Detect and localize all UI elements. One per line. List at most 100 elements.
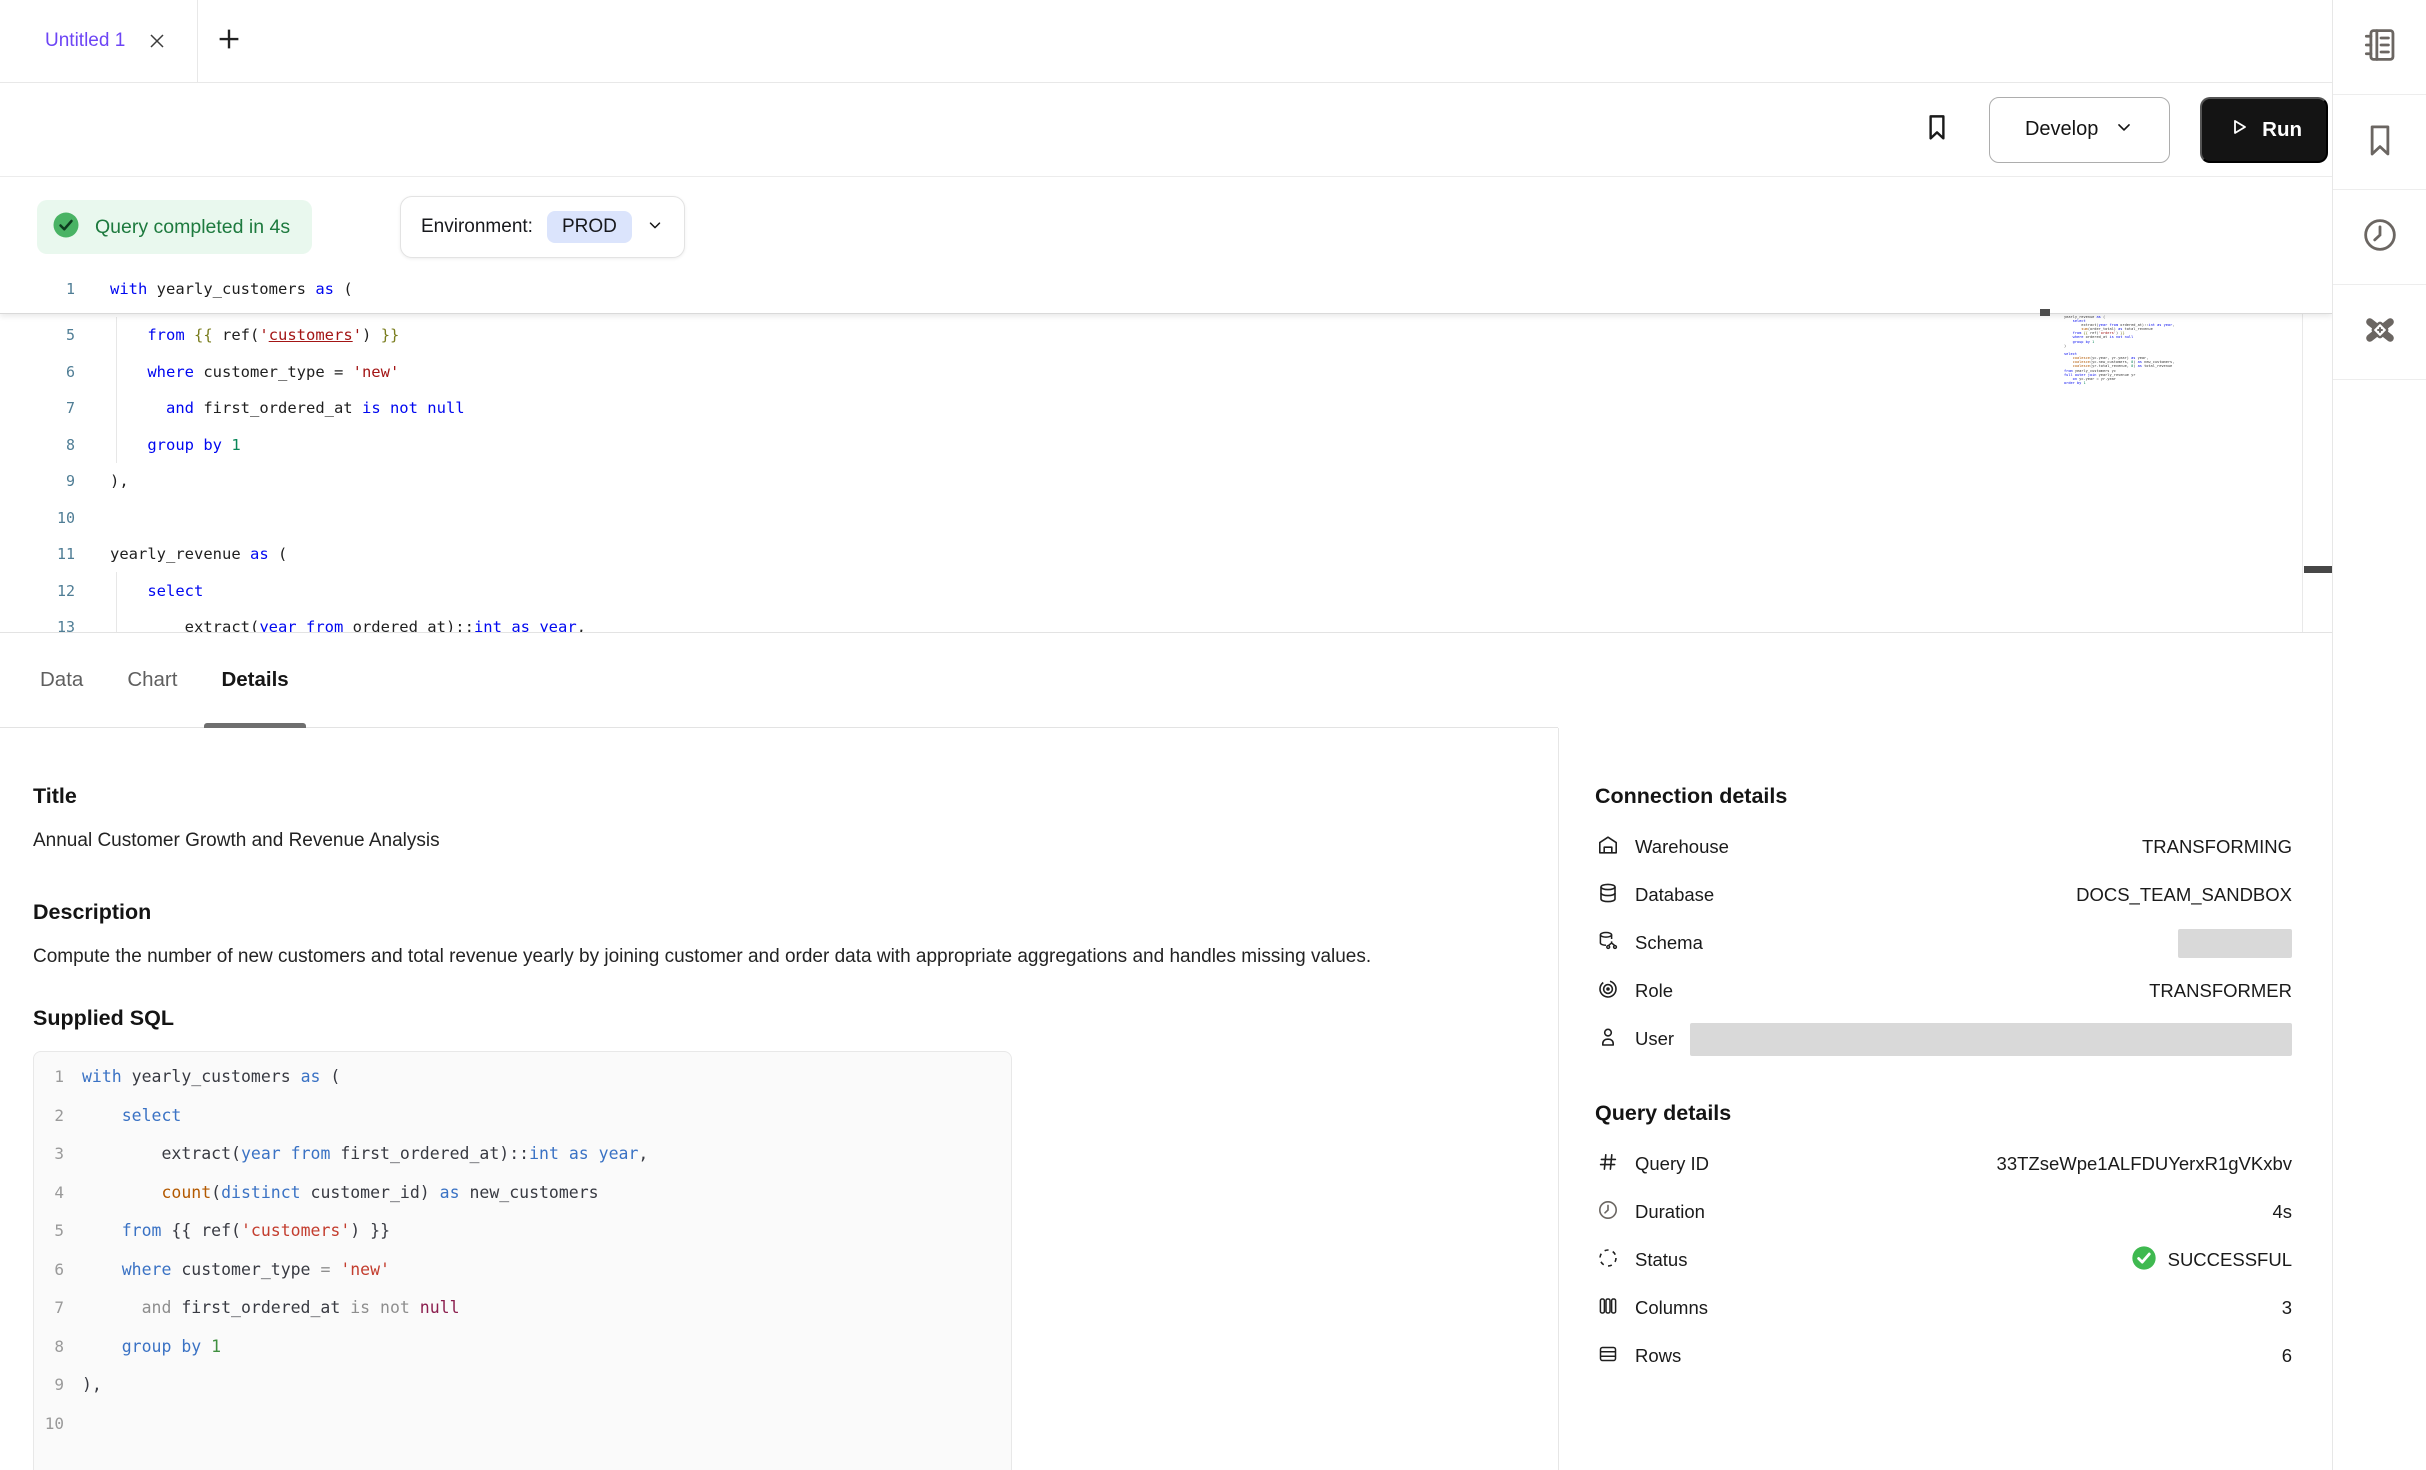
- code-text: from {{ ref('customers') }}: [82, 1212, 390, 1251]
- description-value: Compute the number of new customers and …: [33, 941, 1488, 972]
- code-line: 7 and first_ordered_at is not null: [34, 1289, 1011, 1328]
- editor-scrollbar[interactable]: [2302, 273, 2332, 632]
- app-window: Untitled 1 Develop: [0, 0, 2426, 1470]
- code-text: where customer_type = 'new': [110, 354, 399, 391]
- detail-row-rows: Rows6: [1595, 1332, 2292, 1380]
- spinner-icon: [1596, 1246, 1620, 1275]
- detail-row-status: Status SUCCESSFUL: [1595, 1236, 2292, 1284]
- line-number: 13: [0, 609, 75, 633]
- line-number: 7: [34, 1289, 64, 1328]
- tab-bar: Untitled 1: [0, 0, 2332, 83]
- schema-icon: [1596, 929, 1620, 958]
- code-line: 2 select: [34, 1097, 1011, 1136]
- database-icon: [1596, 881, 1620, 910]
- code-text: count(distinct customer_id) as new_custo…: [82, 1174, 599, 1213]
- editor-sticky-line: 1with yearly_customers as (: [0, 265, 2332, 314]
- rows-icon: [1596, 1342, 1620, 1371]
- tab-data[interactable]: Data: [40, 633, 83, 727]
- close-icon[interactable]: [145, 29, 169, 53]
- connection-details-rows: WarehouseTRANSFORMINGDatabaseDOCS_TEAM_S…: [1595, 823, 2292, 1063]
- detail-value: TRANSFORMING: [2142, 836, 2292, 858]
- code-line: 1 with yearly_customers as (: [34, 1058, 1011, 1097]
- code-text: ),: [110, 463, 129, 500]
- code-text: with yearly_customers as (: [110, 265, 353, 313]
- line-number: 7: [0, 390, 75, 427]
- code-text: group by 1: [82, 1328, 221, 1367]
- chevron-down-icon: [646, 216, 664, 239]
- code-text: select: [110, 573, 203, 610]
- lineage-icon: [2359, 309, 2401, 356]
- detail-label: Schema: [1635, 932, 1703, 954]
- code-text: from {{ ref('customers') }}: [110, 317, 399, 354]
- line-number: 10: [0, 500, 75, 537]
- code-line: 6 where customer_type = 'new': [34, 1251, 1011, 1290]
- detail-row-database: DatabaseDOCS_TEAM_SANDBOX: [1595, 871, 2292, 919]
- code-line: 13 extract(year from ordered_at)::int as…: [0, 609, 2332, 633]
- rail-button-lineage[interactable]: [2333, 285, 2426, 380]
- code-text: with yearly_customers as (: [82, 1058, 340, 1097]
- code-text: ),: [82, 1366, 102, 1405]
- title-value: Annual Customer Growth and Revenue Analy…: [33, 825, 1518, 856]
- develop-dropdown[interactable]: Develop: [1989, 97, 2170, 163]
- line-number: 11: [0, 536, 75, 573]
- line-number: 6: [0, 354, 75, 391]
- clock-icon: [2359, 214, 2401, 261]
- query-details-heading: Query details: [1595, 1101, 2292, 1126]
- code-line: 7 and first_ordered_at is not null: [0, 390, 2332, 427]
- code-line: 9),: [34, 1366, 1011, 1405]
- plus-icon: [214, 24, 244, 59]
- new-tab-button[interactable]: [198, 0, 260, 82]
- code-line: 5 from {{ ref('customers') }}: [0, 317, 2332, 354]
- rail-button-notebook-list[interactable]: [2333, 0, 2426, 95]
- toolbar: Develop Run: [0, 83, 2332, 177]
- scrollbar-thumb[interactable]: [2304, 566, 2332, 573]
- detail-label: Status: [1635, 1249, 1687, 1271]
- connection-details-heading: Connection details: [1595, 784, 2292, 809]
- tab-label: Untitled 1: [45, 30, 125, 52]
- redacted-value: [1690, 1023, 2292, 1056]
- line-number: 1: [34, 1058, 64, 1097]
- detail-label: Database: [1635, 884, 1714, 906]
- code-line: 9),: [0, 463, 2332, 500]
- code-text: extract(year from first_ordered_at)::int…: [82, 1135, 648, 1174]
- rail-button-clock[interactable]: [2333, 190, 2426, 285]
- detail-label: User: [1635, 1028, 1674, 1050]
- detail-label: Duration: [1635, 1201, 1705, 1223]
- tab-chart[interactable]: Chart: [127, 633, 177, 727]
- detail-row-schema: Schema: [1595, 919, 2292, 967]
- clock-icon: [1596, 1198, 1620, 1227]
- detail-value: TRANSFORMER: [2149, 980, 2292, 1002]
- play-icon: [2226, 115, 2250, 145]
- ref-customers-link[interactable]: customers: [269, 326, 353, 344]
- results-tab-strip: Data Chart Details: [0, 633, 1558, 728]
- hash-icon: [1596, 1150, 1620, 1179]
- code-line: 4 count(distinct customer_id) as new_cus…: [34, 1174, 1011, 1213]
- line-number: 10: [34, 1405, 64, 1444]
- tab-details[interactable]: Details: [221, 633, 288, 727]
- code-line: 1with yearly_customers as (: [0, 265, 2332, 313]
- develop-label: Develop: [2025, 118, 2098, 141]
- code-line: 10: [34, 1405, 1011, 1444]
- environment-value-badge: PROD: [547, 211, 632, 243]
- line-number: 8: [34, 1328, 64, 1367]
- notebook-list-icon: [2359, 24, 2401, 71]
- supplied-sql-block: 1with yearly_customers as (2 select3 ext…: [33, 1051, 1012, 1470]
- code-text: and first_ordered_at is not null: [82, 1289, 460, 1328]
- detail-row-columns: Columns3: [1595, 1284, 2292, 1332]
- code-text: yearly_revenue as (: [110, 536, 287, 573]
- environment-selector[interactable]: Environment: PROD: [400, 196, 685, 258]
- detail-value: SUCCESSFUL: [2168, 1249, 2292, 1271]
- role-target-icon: [1596, 977, 1620, 1006]
- detail-row-role: RoleTRANSFORMER: [1595, 967, 2292, 1015]
- title-heading: Title: [33, 784, 1518, 809]
- bookmark-icon: [1920, 110, 1954, 149]
- bookmark-button[interactable]: [1915, 108, 1959, 152]
- rail-button-bookmark[interactable]: [2333, 95, 2426, 190]
- sql-editor[interactable]: 1with yearly_customers as ( 5 from {{ re…: [0, 265, 2332, 633]
- bookmark-icon: [2359, 119, 2401, 166]
- tab-untitled-1[interactable]: Untitled 1: [0, 0, 198, 82]
- run-button[interactable]: Run: [2200, 97, 2328, 163]
- minimap-line: order by 1: [2064, 381, 2194, 385]
- editor-lines: 5 from {{ ref('customers') }}6 where cus…: [0, 317, 2332, 633]
- line-number: 2: [34, 1097, 64, 1136]
